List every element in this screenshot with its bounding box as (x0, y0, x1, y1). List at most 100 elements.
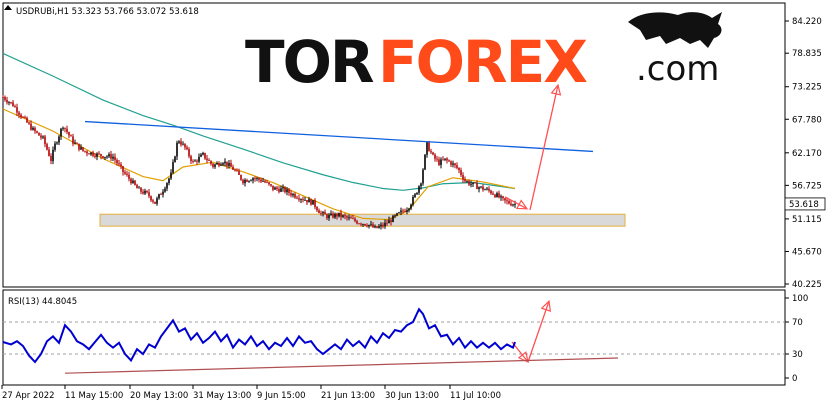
candle-body (272, 185, 274, 190)
price-axis-label: 56.725 (792, 181, 822, 191)
candle-body (486, 188, 488, 190)
candle-body (488, 188, 490, 191)
candle-body (230, 163, 232, 167)
logo-text-tor: TOR (245, 28, 374, 96)
candle-body (454, 163, 456, 166)
candle-body (280, 188, 282, 192)
candle-body (22, 117, 24, 118)
candle-body (26, 117, 28, 123)
candle-body (354, 218, 356, 222)
candle-body (78, 143, 80, 150)
candle-body (228, 163, 230, 166)
candle-body (148, 192, 150, 197)
candle-body (370, 224, 372, 226)
candle-body (470, 184, 472, 185)
candle-body (276, 187, 278, 189)
candle-body (106, 156, 108, 158)
candle-body (174, 156, 176, 163)
candle-body (328, 215, 330, 219)
current-price-label: 53.618 (789, 200, 819, 210)
price-axis-label: 51.115 (792, 215, 822, 225)
candle-body (352, 218, 354, 220)
candle-body (438, 159, 440, 165)
price-axis-label: 73.225 (792, 83, 822, 93)
candle-body (400, 210, 402, 213)
candle-body (496, 193, 498, 198)
candle-body (460, 170, 462, 176)
candle-body (440, 159, 442, 165)
candle-body (502, 196, 504, 199)
candle-body (424, 154, 426, 170)
candle-body (368, 224, 370, 227)
candle-body (270, 184, 272, 186)
candle-body (406, 210, 408, 212)
candle-body (342, 215, 344, 217)
candle-body (384, 222, 386, 227)
candle-body (118, 163, 120, 165)
candle-body (90, 152, 92, 155)
candle-body (12, 102, 14, 107)
candle-body (98, 153, 100, 155)
candle-body (178, 141, 180, 143)
candle-body (480, 186, 482, 188)
candle-body (450, 161, 452, 165)
price-axis-label: 40.225 (792, 280, 822, 290)
candle-body (430, 151, 432, 153)
candle-body (124, 172, 126, 174)
candle-body (128, 174, 130, 179)
candle-body (398, 212, 400, 214)
candle-body (200, 154, 202, 157)
candle-body (452, 163, 454, 165)
candle-body (184, 143, 186, 148)
time-axis-label: 9 Jun 15:00 (257, 391, 306, 401)
candle-body (192, 161, 194, 162)
candle-body (88, 153, 90, 155)
candle-body (264, 180, 266, 183)
candle-body (210, 160, 212, 164)
time-axis-label: 21 Jun 13:00 (321, 391, 375, 401)
candle-body (420, 183, 422, 187)
candle-body (468, 181, 470, 185)
candle-body (92, 152, 94, 156)
candle-body (324, 212, 326, 215)
candle-body (346, 216, 348, 218)
candle-body (52, 149, 54, 162)
candle-body (30, 123, 32, 130)
candle-body (144, 190, 146, 194)
candle-body (76, 142, 78, 144)
candle-body (6, 99, 8, 103)
candle-body (512, 204, 514, 206)
candle-body (448, 160, 450, 162)
candle-body (204, 152, 206, 159)
candle-body (226, 161, 228, 166)
candle-body (14, 106, 16, 108)
candle-body (348, 217, 350, 219)
candle-body (112, 156, 114, 159)
candle-body (218, 163, 220, 166)
candle-body (340, 212, 342, 217)
candle-body (134, 180, 136, 185)
candle-body (350, 217, 352, 219)
candle-body (356, 221, 358, 224)
candle-body (466, 181, 468, 182)
candle-body (258, 178, 260, 180)
candle-body (150, 196, 152, 201)
candle-body (506, 200, 508, 202)
rsi-axis-label: 0 (792, 374, 797, 384)
candle-body (444, 158, 446, 160)
candle-body (474, 182, 476, 184)
candle-body (292, 193, 294, 196)
candle-body (436, 158, 438, 160)
candle-body (358, 223, 360, 225)
price-axis-label: 78.835 (792, 49, 822, 59)
candle-body (378, 226, 380, 228)
candle-body (268, 182, 270, 185)
candle-body (288, 189, 290, 194)
candle-body (500, 196, 502, 198)
candle-body (176, 142, 178, 157)
candle-body (382, 224, 384, 227)
candle-body (236, 170, 238, 172)
candle-body (252, 178, 254, 181)
price-axis-label: 84.220 (792, 17, 822, 27)
candle-body (162, 191, 164, 195)
